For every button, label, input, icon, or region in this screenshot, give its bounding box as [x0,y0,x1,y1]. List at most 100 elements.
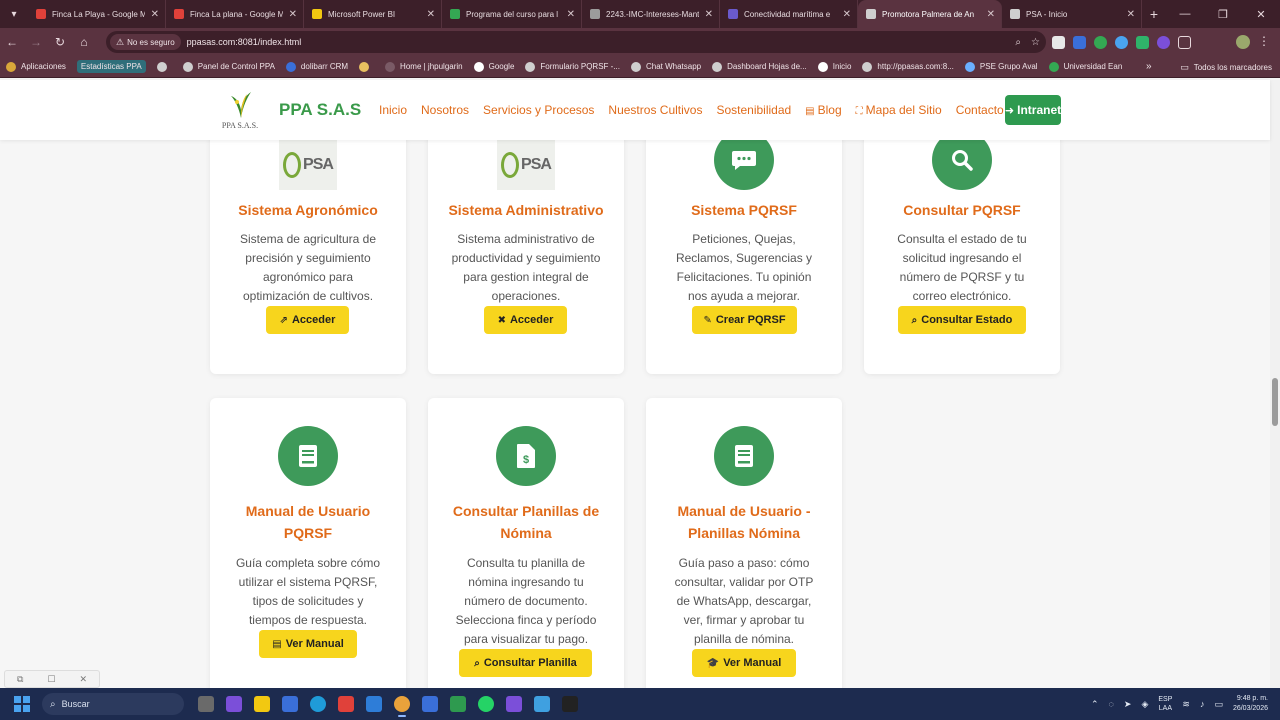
whatsapp-icon[interactable] [478,696,494,712]
tab-close-icon[interactable]: ✕ [427,9,435,20]
teams-icon[interactable] [506,696,522,712]
extension-icon[interactable] [1052,35,1065,49]
close-icon[interactable]: ✕ [79,674,87,685]
browser-tab[interactable]: Promotora Palmera de An ✕ [858,0,1002,28]
intranet-button[interactable]: ➜ Intranet [1005,95,1061,125]
bookmark-item[interactable]: Universidad Ean [1048,61,1122,72]
close-window-button[interactable]: ✕ [1242,0,1280,28]
nav-link[interactable]: Servicios y Procesos [483,103,594,117]
tab-close-icon[interactable]: ✕ [567,9,575,20]
maximize-icon[interactable]: ☐ [47,674,55,685]
tab-close-icon[interactable]: ✕ [987,9,995,20]
reload-button[interactable]: ↻ [48,28,72,56]
card-action-button[interactable]: 🎓 Ver Manual [692,649,796,677]
browser-tab[interactable]: PSA - Inicio ✕ [1002,0,1142,28]
browser-tab[interactable]: Conectividad marítima e ✕ [720,0,858,28]
start-button[interactable] [14,696,30,712]
site-logo[interactable]: PPA S.A.S. [215,88,265,132]
maximize-button[interactable]: ❐ [1204,0,1242,28]
shield-icon[interactable]: ◈ [1141,699,1148,710]
bookmark-item[interactable]: Dashboard Hojas de... [712,61,807,72]
app-icon[interactable] [562,696,578,712]
bookmark-item[interactable]: Google [473,61,514,72]
outlook-icon[interactable] [366,696,382,712]
browser-tab[interactable]: 2243.-IMC-Intereses-Mant ✕ [582,0,720,28]
nav-link[interactable]: Nosotros [421,103,469,117]
extension-icon[interactable] [1157,35,1170,49]
all-bookmarks-folder[interactable]: ▭ Todos los marcadores [1180,56,1272,78]
card-action-button[interactable]: ✎ Crear PQRSF [692,306,797,334]
extensions-puzzle-icon[interactable] [1178,35,1191,49]
extension-icon[interactable] [1073,35,1086,49]
tab-close-icon[interactable]: ✕ [289,9,297,20]
restore-icon[interactable]: ⧉ [17,674,23,685]
file-explorer-icon[interactable] [254,696,270,712]
tray-icon[interactable]: ◌ [1109,699,1114,709]
zoom-icon[interactable]: ⌕ [1015,37,1021,48]
profile-avatar[interactable] [1236,35,1250,49]
clock[interactable]: 9:48 p. m. 26/03/2026 [1233,694,1268,714]
forward-button[interactable]: → [24,28,48,56]
scrollbar-thumb[interactable] [1272,378,1278,426]
nav-link[interactable]: Nuestros Cultivos [608,103,702,117]
teams-icon[interactable] [226,696,242,712]
tab-close-icon[interactable]: ✕ [1127,9,1135,20]
page-scrollbar[interactable] [1270,80,1280,688]
extension-icon[interactable] [1136,35,1149,49]
card-action-button[interactable]: ⌕ Consultar Planilla [459,649,592,677]
bookmark-item[interactable] [156,61,172,72]
site-security-chip[interactable]: ⚠ No es seguro [110,34,181,50]
bookmark-item[interactable]: Chat Whatsapp [630,61,701,72]
bookmark-item[interactable]: Panel de Control PPA [182,61,275,72]
taskbar-search[interactable]: ⌕ Buscar [42,693,184,715]
store-icon[interactable] [282,696,298,712]
extension-icon[interactable] [1115,35,1128,49]
app-icon[interactable] [422,696,438,712]
bookmark-item[interactable]: Inicio [817,61,851,72]
notepad-icon[interactable] [534,696,550,712]
bookmark-star-icon[interactable]: ☆ [1031,37,1040,48]
app-icon[interactable] [450,696,466,712]
minimize-button[interactable]: — [1166,0,1204,28]
back-button[interactable]: ← [0,28,24,56]
language-indicator[interactable]: ESP LAA [1158,695,1172,713]
volume-icon[interactable]: ♪ [1200,699,1205,709]
home-button[interactable]: ⌂ [72,28,96,56]
url-text[interactable]: ppasas.com:8081/index.html [187,37,302,47]
brand-name[interactable]: PPA S.A.S [279,100,361,120]
send-icon[interactable]: ➤ [1124,699,1132,710]
bookmark-item[interactable]: Estadísticas PPA [76,60,146,73]
tab-close-icon[interactable]: ✕ [843,9,851,20]
chevron-up-icon[interactable]: ⌃ [1091,699,1099,710]
nav-link[interactable]: Contacto [956,103,1004,117]
tab-close-icon[interactable]: ✕ [705,9,713,20]
nav-link[interactable]: ⛶ Mapa del Sitio [856,103,942,117]
browser-menu-icon[interactable]: ⋮ [1258,34,1270,48]
browser-tab[interactable]: Finca La Playa - Google M ✕ [28,0,166,28]
bookmark-item[interactable]: PSE Grupo Aval [964,61,1038,72]
extension-icon[interactable] [1094,35,1107,49]
address-bar[interactable]: ⚠ No es seguro ppasas.com:8081/index.htm… [106,31,1046,53]
nav-link[interactable]: ▤ Blog [805,103,841,117]
bookmark-item[interactable]: http://ppasas.com:8... [862,61,954,72]
bookmark-item[interactable] [359,61,374,72]
copilot-icon[interactable] [338,696,354,712]
bookmarks-overflow-icon[interactable]: » [1146,56,1152,78]
bookmark-item[interactable]: dolibarr CRM [285,61,348,72]
tab-close-icon[interactable]: ✕ [151,9,159,20]
chrome-icon[interactable] [394,696,410,717]
browser-tab[interactable]: Finca La plana - Google M ✕ [166,0,304,28]
battery-icon[interactable]: ▭ [1214,699,1223,710]
nav-link[interactable]: Inicio [379,103,407,117]
browser-tab[interactable]: Microsoft Power BI ✕ [304,0,442,28]
wifi-icon[interactable]: ≋ [1182,699,1190,710]
browser-tab[interactable]: Programa del curso para l ✕ [442,0,582,28]
bookmark-item[interactable]: Formulario PQRSF -... [525,61,620,72]
tab-search-button[interactable]: ▾ [0,0,28,28]
card-action-button[interactable]: ⇗ Acceder [266,306,349,334]
card-action-button[interactable]: ⌕ Consultar Estado [898,306,1026,334]
card-action-button[interactable]: ✖ Acceder [484,306,567,334]
task-view-icon[interactable] [198,696,214,712]
bookmark-item[interactable]: Aplicaciones [6,61,66,72]
card-action-button[interactable]: ▤ Ver Manual [259,630,357,658]
